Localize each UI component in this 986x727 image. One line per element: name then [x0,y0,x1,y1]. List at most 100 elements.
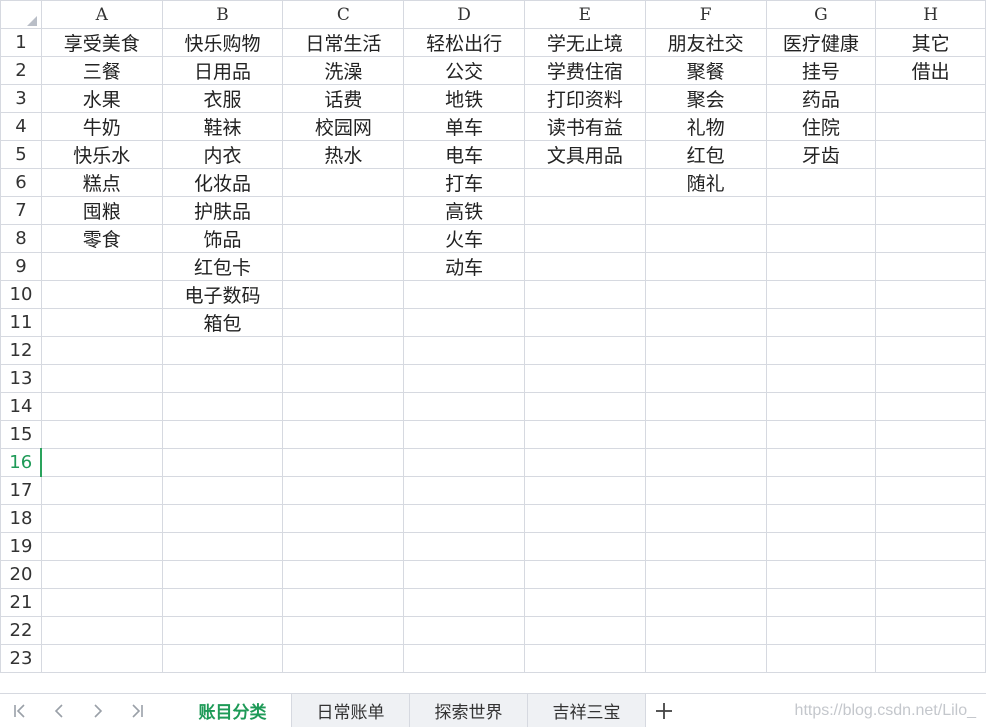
row-header[interactable]: 12 [0,336,42,365]
cell-g8[interactable] [765,224,877,253]
cell-c1[interactable]: 日常生活 [282,28,405,57]
cell-b2[interactable]: 日用品 [161,56,284,85]
cell-d11[interactable] [403,308,525,337]
cell-g13[interactable] [765,364,877,393]
prev-sheet-button[interactable] [39,694,78,727]
cell-d19[interactable] [403,532,525,561]
row-header[interactable]: 16 [0,448,43,477]
row-header[interactable]: 14 [0,392,42,421]
cell-h15[interactable] [875,420,986,449]
cell-a10[interactable] [40,280,163,309]
cell-c18[interactable] [282,504,405,533]
cell-g7[interactable] [765,196,877,225]
cell-h22[interactable] [875,616,986,645]
cell-g6[interactable] [765,168,877,197]
cell-h9[interactable] [875,252,986,281]
cell-f15[interactable] [644,420,767,449]
cell-d16[interactable] [403,448,525,477]
cell-h11[interactable] [875,308,986,337]
cell-h12[interactable] [875,336,986,365]
cell-d8[interactable]: 火车 [403,224,525,253]
cell-b10[interactable]: 电子数码 [161,280,284,309]
cell-c2[interactable]: 洗澡 [282,56,405,85]
select-all-corner[interactable] [0,0,42,29]
column-header-b[interactable]: B [161,0,284,29]
row-header[interactable]: 1 [0,28,42,57]
cell-e3[interactable]: 打印资料 [523,84,646,113]
cell-e8[interactable] [523,224,646,253]
column-header-f[interactable]: F [644,0,767,29]
cell-g17[interactable] [765,476,877,505]
cell-a23[interactable] [40,644,163,673]
cell-c12[interactable] [282,336,405,365]
cell-f11[interactable] [644,308,767,337]
cell-a6[interactable]: 糕点 [40,168,163,197]
cell-a12[interactable] [40,336,163,365]
row-header[interactable]: 23 [0,644,42,673]
cell-d12[interactable] [403,336,525,365]
cell-f16[interactable] [644,448,767,477]
cell-a9[interactable] [40,252,163,281]
cell-b8[interactable]: 饰品 [161,224,284,253]
cell-c19[interactable] [282,532,405,561]
cell-g20[interactable] [765,560,877,589]
column-header-d[interactable]: D [403,0,525,29]
cell-c16[interactable] [282,448,405,477]
cell-b1[interactable]: 快乐购物 [161,28,284,57]
cell-c21[interactable] [282,588,405,617]
row-header[interactable]: 9 [0,252,42,281]
cell-d21[interactable] [403,588,525,617]
cell-a16[interactable] [40,448,163,477]
cell-e11[interactable] [523,308,646,337]
cell-g3[interactable]: 药品 [765,84,877,113]
cell-e4[interactable]: 读书有益 [523,112,646,141]
cell-f4[interactable]: 礼物 [644,112,767,141]
cell-h6[interactable] [875,168,986,197]
cell-b23[interactable] [161,644,284,673]
cell-c13[interactable] [282,364,405,393]
cell-d18[interactable] [403,504,525,533]
cell-d20[interactable] [403,560,525,589]
cell-f23[interactable] [644,644,767,673]
cell-d14[interactable] [403,392,525,421]
column-header-c[interactable]: C [282,0,405,29]
cell-a21[interactable] [40,588,163,617]
cell-f8[interactable] [644,224,767,253]
cell-e21[interactable] [523,588,646,617]
cell-b16[interactable] [161,448,284,477]
cell-e15[interactable] [523,420,646,449]
cell-d7[interactable]: 高铁 [403,196,525,225]
cell-b22[interactable] [161,616,284,645]
row-header[interactable]: 6 [0,168,42,197]
cell-h2[interactable]: 借出 [875,56,986,85]
sheet-tab[interactable]: 日常账单 [292,694,410,727]
cell-g15[interactable] [765,420,877,449]
cell-e18[interactable] [523,504,646,533]
cell-b3[interactable]: 衣服 [161,84,284,113]
cell-e7[interactable] [523,196,646,225]
cell-a5[interactable]: 快乐水 [40,140,163,169]
cell-b15[interactable] [161,420,284,449]
cell-g21[interactable] [765,588,877,617]
cell-g4[interactable]: 住院 [765,112,877,141]
cell-c17[interactable] [282,476,405,505]
cell-h10[interactable] [875,280,986,309]
row-header[interactable]: 8 [0,224,42,253]
last-sheet-button[interactable] [117,694,156,727]
row-header[interactable]: 13 [0,364,42,393]
column-header-e[interactable]: E [523,0,646,29]
row-header[interactable]: 17 [0,476,42,505]
cell-h14[interactable] [875,392,986,421]
cell-e12[interactable] [523,336,646,365]
cell-b12[interactable] [161,336,284,365]
cell-d5[interactable]: 电车 [403,140,525,169]
cell-c15[interactable] [282,420,405,449]
cell-d10[interactable] [403,280,525,309]
cell-h23[interactable] [875,644,986,673]
cell-f10[interactable] [644,280,767,309]
cell-b14[interactable] [161,392,284,421]
cell-f13[interactable] [644,364,767,393]
cell-a14[interactable] [40,392,163,421]
cell-h21[interactable] [875,588,986,617]
cell-h8[interactable] [875,224,986,253]
